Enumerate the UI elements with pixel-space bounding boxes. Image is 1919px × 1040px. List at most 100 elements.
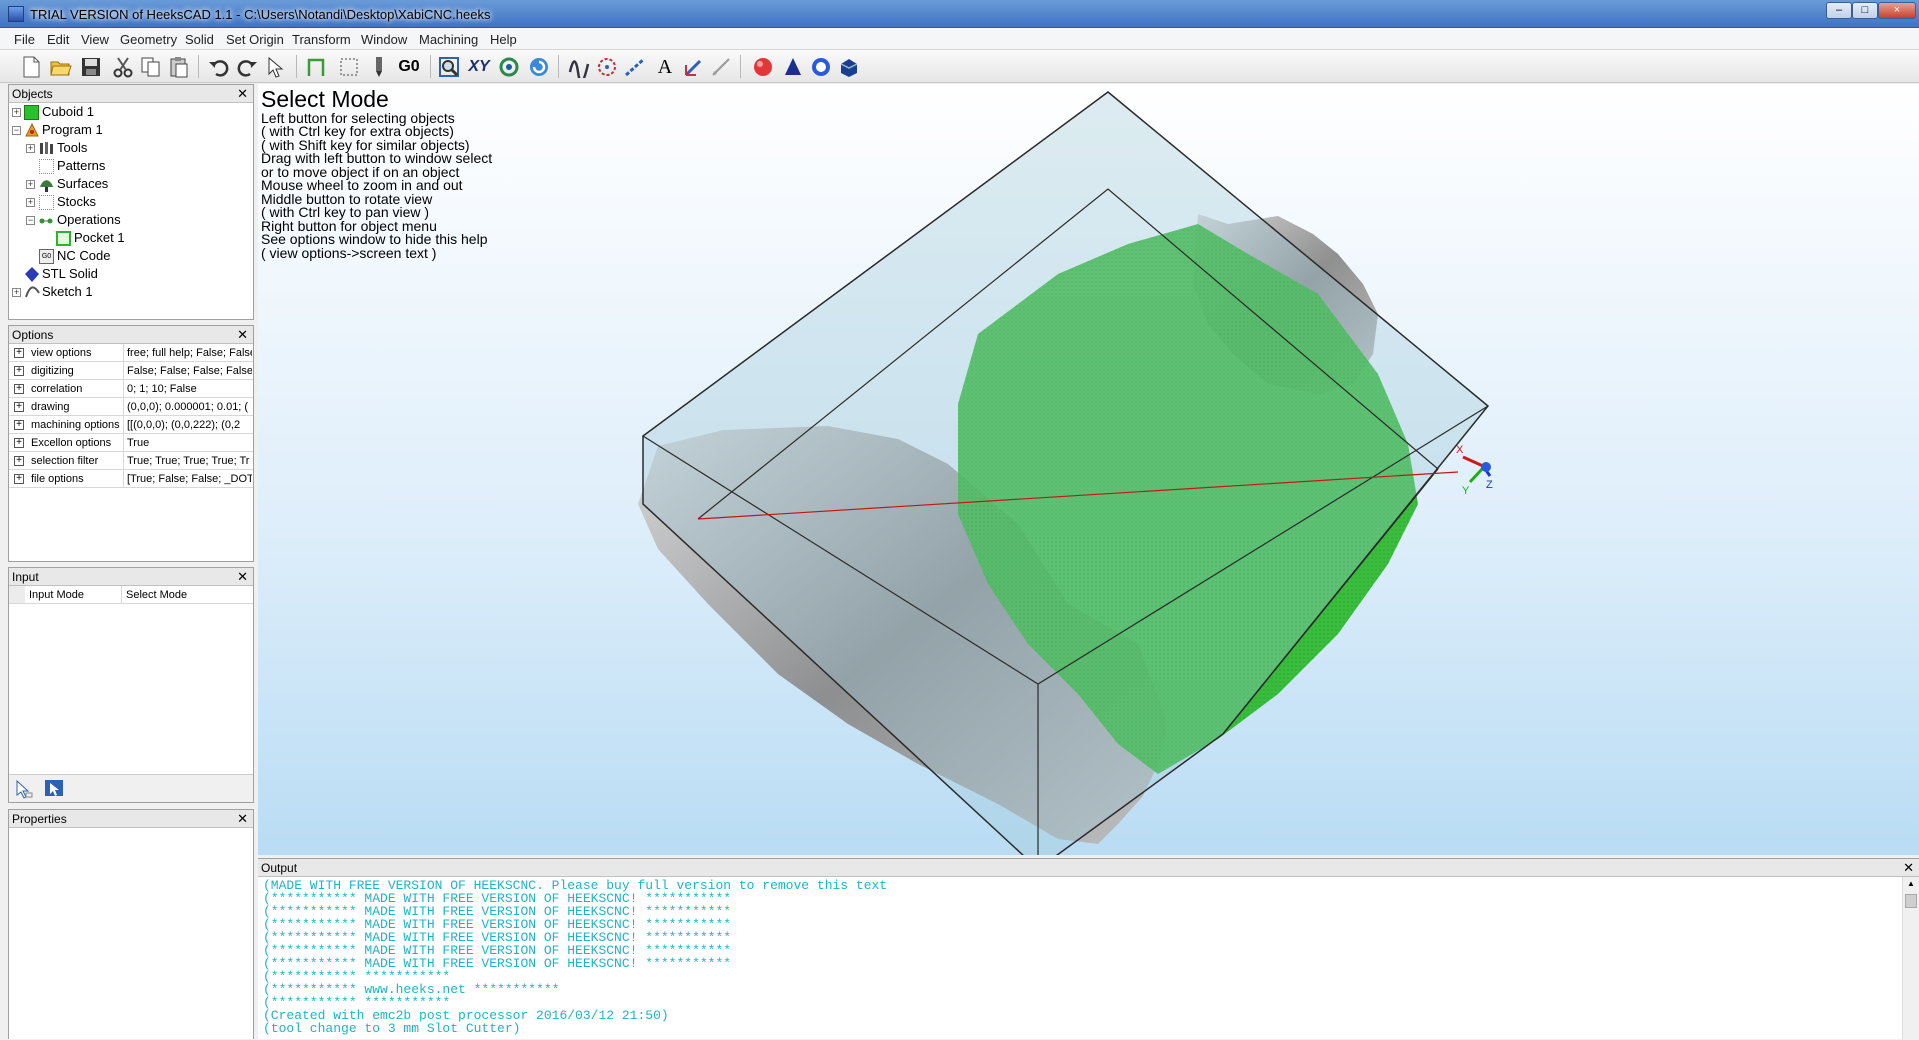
- expand-icon[interactable]: +: [26, 144, 35, 153]
- option-row-selection-filter[interactable]: + selection filter True; True; True; Tru…: [9, 452, 253, 470]
- select-mode-icon[interactable]: [44, 779, 66, 802]
- view-xy-icon[interactable]: XY: [466, 54, 492, 80]
- option-value[interactable]: [[(0,0,0); (0,0,222); (0,2: [127, 419, 252, 431]
- collapse-icon[interactable]: −: [12, 126, 21, 135]
- input-mode-row[interactable]: Input Mode Select Mode: [9, 586, 253, 604]
- collapse-icon[interactable]: −: [26, 216, 35, 225]
- pointer-icon[interactable]: [14, 779, 34, 802]
- pocket-icon[interactable]: [336, 54, 362, 80]
- cuboid-wireframe[interactable]: [642, 91, 1490, 855]
- spline-icon[interactable]: [566, 54, 592, 80]
- select-icon[interactable]: [262, 54, 288, 80]
- save-icon[interactable]: [78, 54, 104, 80]
- expand-icon[interactable]: +: [12, 108, 21, 117]
- tree-item-program[interactable]: − Program 1: [9, 121, 249, 139]
- close-icon[interactable]: ✕: [1903, 859, 1914, 877]
- output-scrollbar[interactable]: ▲: [1902, 877, 1919, 1040]
- tree-item-cuboid[interactable]: + Cuboid 1: [9, 103, 249, 121]
- circle-icon[interactable]: [594, 54, 620, 80]
- option-value[interactable]: 0; 1; 10; False: [127, 383, 252, 395]
- menu-geometry[interactable]: Geometry: [120, 32, 177, 47]
- close-icon[interactable]: ✕: [237, 326, 248, 344]
- zoom-window-icon[interactable]: [436, 54, 462, 80]
- option-row-machining-options[interactable]: + machining options [[(0,0,0); (0,0,222)…: [9, 416, 253, 434]
- menu-machining[interactable]: Machining: [419, 32, 478, 47]
- tree-item-tools[interactable]: + Tools: [9, 139, 249, 157]
- cone-icon[interactable]: [780, 54, 806, 80]
- tree-item-stocks[interactable]: + Stocks: [9, 193, 249, 211]
- tree-item-patterns[interactable]: Patterns: [9, 157, 249, 175]
- tree-item-stl-solid[interactable]: STL Solid: [9, 265, 249, 283]
- tree-item-operations[interactable]: − Operations: [9, 211, 249, 229]
- option-value[interactable]: True; True; True; True; Tr: [127, 455, 252, 467]
- new-icon[interactable]: [18, 54, 44, 80]
- drill-icon[interactable]: [366, 54, 392, 80]
- fit-view-icon[interactable]: [496, 54, 522, 80]
- option-row-correlation[interactable]: + correlation 0; 1; 10; False: [9, 380, 253, 398]
- tree-item-nc-code[interactable]: G0 NC Code: [9, 247, 249, 265]
- option-row-file-options[interactable]: + file options [True; False; False; _DOT: [9, 470, 253, 488]
- cylinder-icon[interactable]: [808, 54, 834, 80]
- expand-icon[interactable]: +: [14, 366, 24, 376]
- copy-icon[interactable]: [138, 54, 164, 80]
- option-value[interactable]: False; False; False; False;: [127, 365, 252, 377]
- expand-icon[interactable]: +: [26, 198, 35, 207]
- tree-item-sketch[interactable]: + Sketch 1: [9, 283, 249, 301]
- tree-item-label: Surfaces: [57, 176, 109, 191]
- option-value[interactable]: True: [127, 437, 252, 449]
- menu-view[interactable]: View: [81, 32, 109, 47]
- undo-icon[interactable]: [206, 54, 232, 80]
- menu-edit[interactable]: Edit: [47, 32, 69, 47]
- maximize-button[interactable]: □: [1852, 2, 1878, 19]
- menu-help[interactable]: Help: [490, 32, 517, 47]
- menu-transform[interactable]: Transform: [292, 32, 351, 47]
- expand-icon[interactable]: +: [14, 420, 24, 430]
- output-panel: Output ✕ (MADE WITH FREE VERSION OF HEEK…: [258, 858, 1919, 1040]
- menu-window[interactable]: Window: [361, 32, 407, 47]
- expand-icon[interactable]: +: [14, 456, 24, 466]
- profile-icon[interactable]: [304, 54, 330, 80]
- option-value[interactable]: [True; False; False; _DOT: [127, 473, 252, 485]
- graphics-viewport[interactable]: X Y Z Select Mode Left button for select…: [258, 84, 1919, 855]
- close-icon[interactable]: ✕: [237, 568, 248, 586]
- expand-icon[interactable]: +: [12, 288, 21, 297]
- open-icon[interactable]: [48, 54, 74, 80]
- expand-icon[interactable]: +: [14, 474, 24, 484]
- cuboid-icon[interactable]: [836, 54, 862, 80]
- option-row-drawing[interactable]: + drawing (0,0,0); 0.000001; 0.01; (: [9, 398, 253, 416]
- scrollbar-thumb[interactable]: [1905, 894, 1917, 908]
- paste-icon[interactable]: [166, 54, 192, 80]
- minimize-button[interactable]: –: [1826, 2, 1852, 19]
- coordinate-system-icon[interactable]: [680, 54, 706, 80]
- g0-icon[interactable]: G0: [396, 54, 422, 80]
- tree-item-pocket[interactable]: Pocket 1: [9, 229, 249, 247]
- close-icon[interactable]: ✕: [237, 810, 248, 828]
- expand-icon[interactable]: +: [26, 180, 35, 189]
- text-icon[interactable]: A: [652, 54, 678, 80]
- lines-icon[interactable]: [622, 54, 648, 80]
- dimension-icon[interactable]: [708, 54, 734, 80]
- input-mode-value[interactable]: Select Mode: [126, 589, 251, 601]
- axis-z-label: Z: [1486, 479, 1493, 491]
- redraw-icon[interactable]: [526, 54, 552, 80]
- expand-icon[interactable]: +: [14, 402, 24, 412]
- expand-icon[interactable]: +: [14, 384, 24, 394]
- redo-icon[interactable]: [234, 54, 260, 80]
- menu-file[interactable]: File: [14, 32, 35, 47]
- option-value[interactable]: (0,0,0); 0.000001; 0.01; (: [127, 401, 252, 413]
- cut-icon[interactable]: [110, 54, 136, 80]
- scroll-up-icon[interactable]: ▲: [1905, 879, 1917, 891]
- sphere-icon[interactable]: [750, 54, 776, 80]
- expand-icon[interactable]: +: [14, 438, 24, 448]
- 3d-scene[interactable]: X Y Z: [258, 84, 1919, 855]
- option-row-excellon-options[interactable]: + Excellon options True: [9, 434, 253, 452]
- option-row-digitizing[interactable]: + digitizing False; False; False; False;: [9, 362, 253, 380]
- menu-solid[interactable]: Solid: [185, 32, 214, 47]
- close-button[interactable]: ×: [1878, 2, 1916, 19]
- option-row-view-options[interactable]: + view options free; full help; False; F…: [9, 344, 253, 362]
- option-value[interactable]: free; full help; False; False: [127, 347, 252, 359]
- expand-icon[interactable]: +: [14, 348, 24, 358]
- menu-set-origin[interactable]: Set Origin: [226, 32, 284, 47]
- close-icon[interactable]: ✕: [237, 85, 248, 103]
- tree-item-surfaces[interactable]: + Surfaces: [9, 175, 249, 193]
